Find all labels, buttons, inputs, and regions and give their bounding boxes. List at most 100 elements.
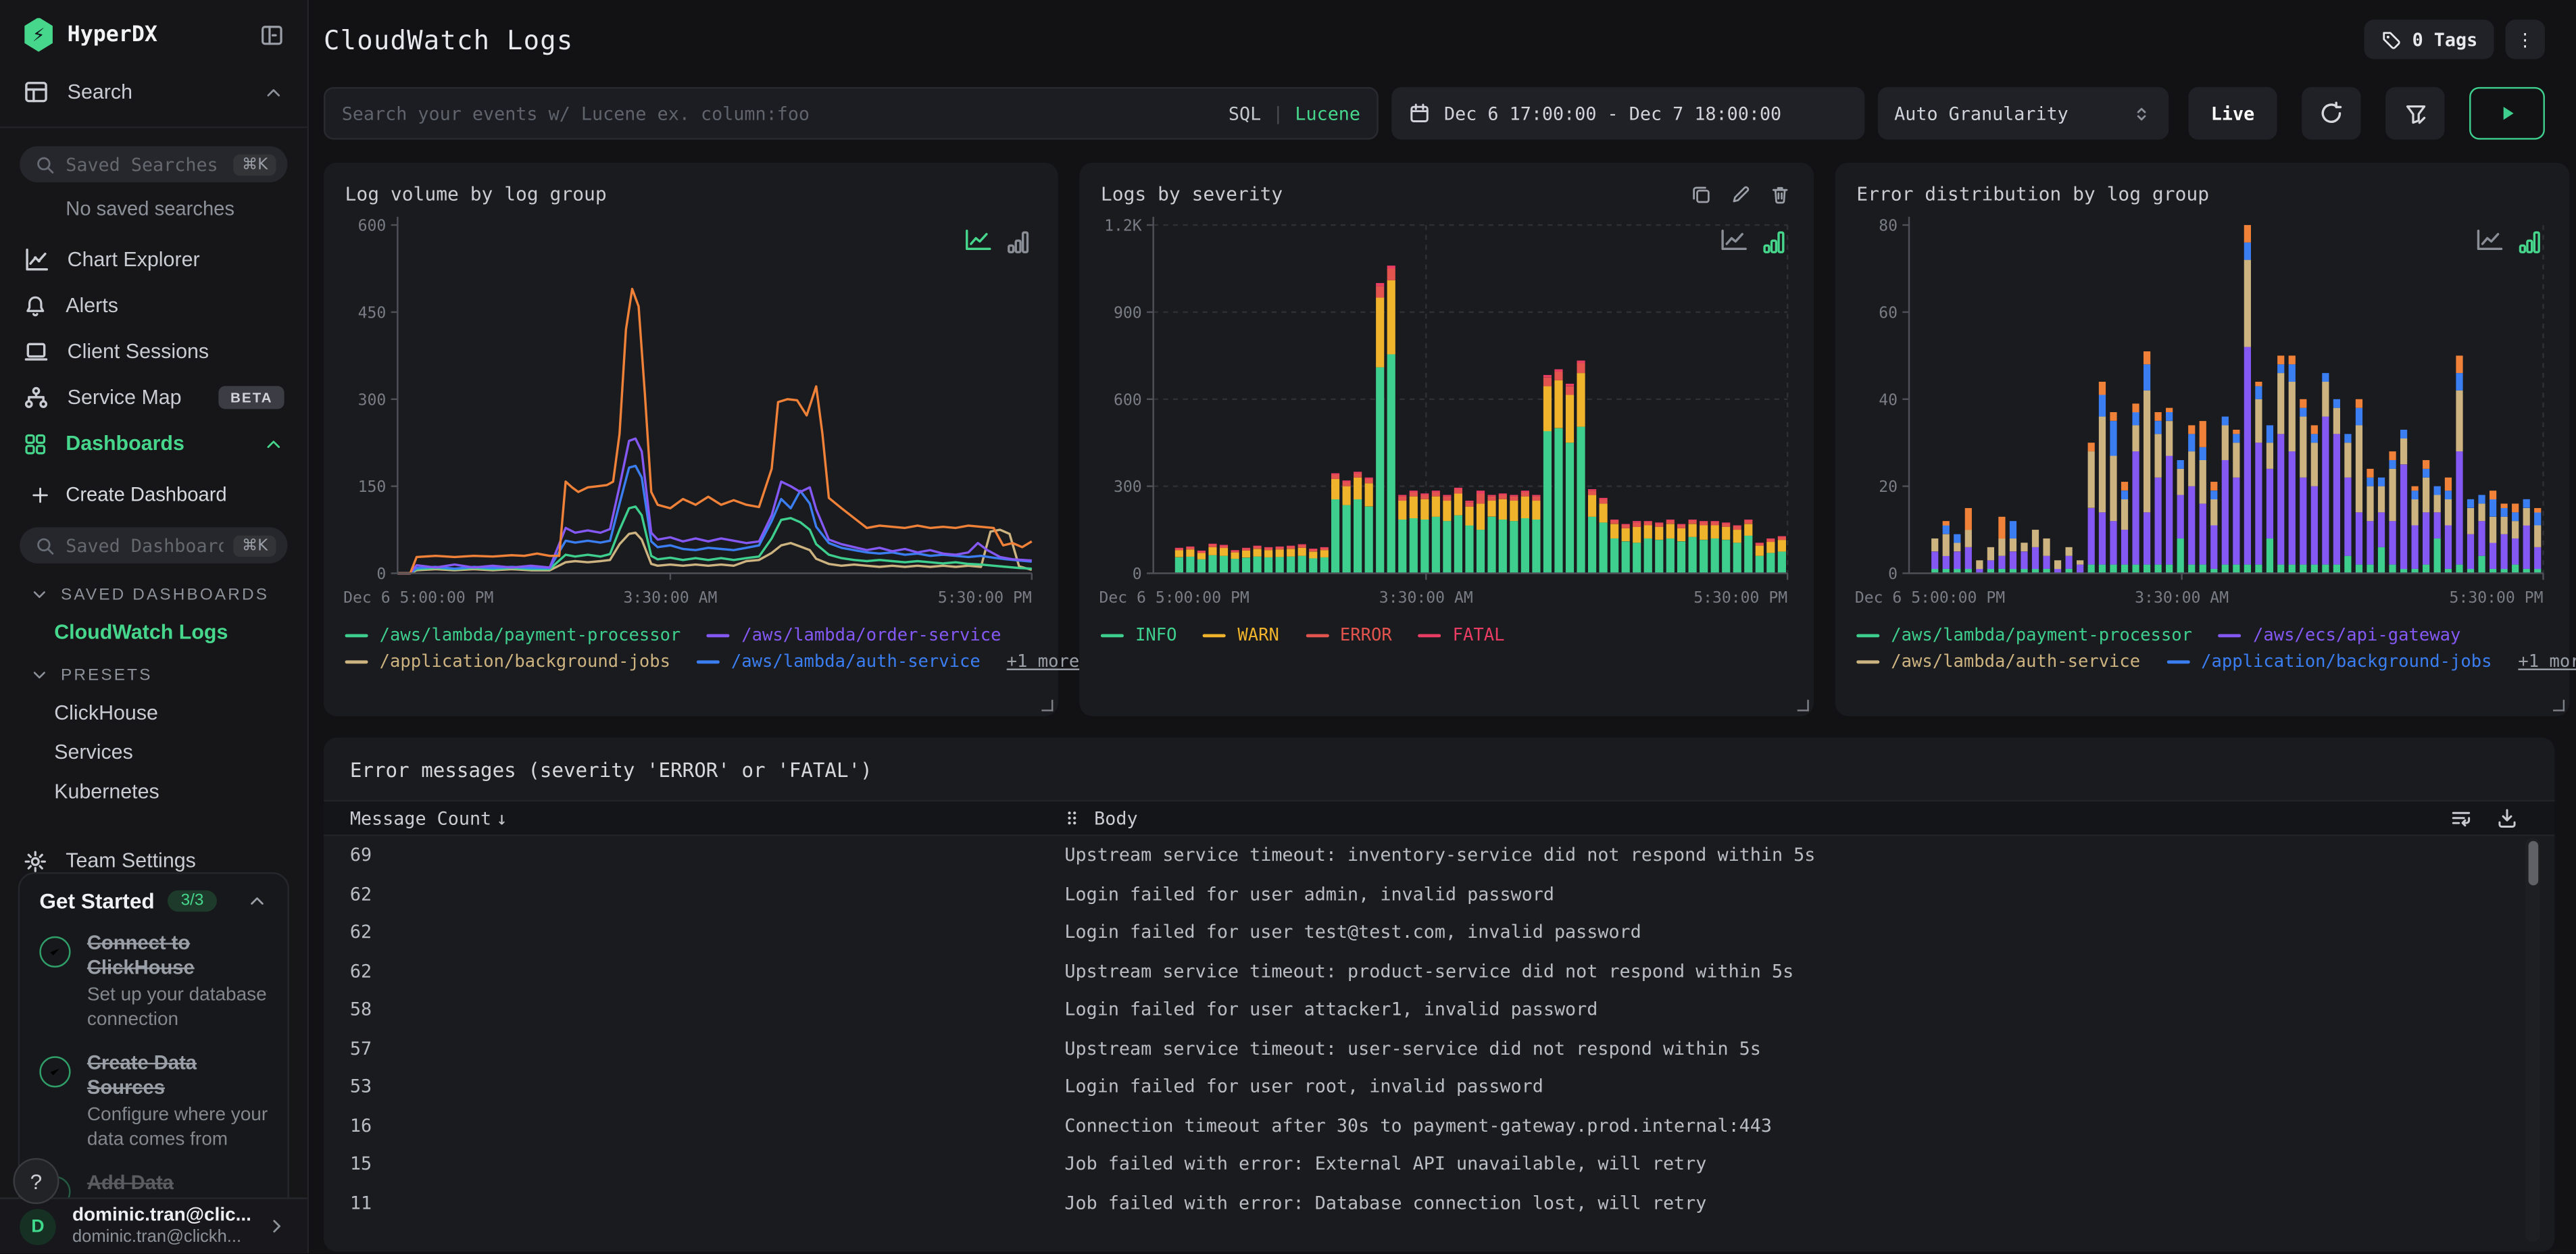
filter-button[interactable] [2385, 86, 2445, 140]
edit-chart-icon[interactable] [1730, 183, 1752, 205]
table-row[interactable]: 16 Connection timeout after 30s to paymen… [324, 1106, 2555, 1145]
chart-plot[interactable]: 0 20 40 60 80 Dec 6 5:00:00 PM 3:30:00 AM 5:30:… [1855, 209, 2552, 620]
saved-searches-input[interactable]: Saved Searches ⌘K [20, 146, 288, 182]
charts-row: Log volume by log group 0 150 300 450 600 Dec … [323, 162, 2576, 717]
legend-item[interactable]: ERROR [1305, 626, 1392, 645]
legend-dash-icon [1305, 634, 1329, 638]
get-started-panel: Get Started 3/3 Connect to ClickHouse Set… [18, 872, 289, 1254]
get-started-header[interactable]: Get Started 3/3 [39, 888, 268, 913]
create-dashboard-button[interactable]: Create Dashboard [0, 473, 307, 516]
chart-plot[interactable]: 0 150 300 450 600 Dec 6 5:00:00 PM 3:30:00 AM 5… [343, 209, 1040, 620]
column-header-message-count[interactable]: Message Count ↓ [324, 807, 1064, 829]
table-scrollbar[interactable] [2525, 837, 2540, 1242]
table-row[interactable]: 53 Login failed for user root, invalid pa… [324, 1068, 2555, 1106]
plus-icon [30, 484, 51, 505]
sidebar-item-chart-explorer[interactable]: Chart Explorer [0, 236, 307, 282]
chevron-up-icon[interactable] [263, 81, 284, 103]
table-row[interactable]: 62 Login failed for user admin, invalid p… [324, 875, 2555, 913]
sidebar-item-label: Client Sessions [67, 340, 209, 363]
legend-label: INFO [1135, 626, 1177, 646]
table-row[interactable]: 15 Job failed with error: External API un… [324, 1145, 2555, 1184]
resize-handle[interactable] [2553, 699, 2565, 711]
collapse-sidebar-icon[interactable] [259, 22, 284, 47]
preset-link-kubernetes[interactable]: Kubernetes [54, 780, 307, 803]
live-button[interactable]: Live [2188, 86, 2277, 140]
scrollbar-thumb[interactable] [2527, 841, 2537, 886]
table-row[interactable]: 62 Login failed for user test@test.com, i… [324, 913, 2555, 952]
legend-item[interactable]: WARN [1203, 626, 1279, 645]
legend-item[interactable]: /aws/lambda/payment-processor [1856, 626, 2192, 645]
bar-chart-toggle-icon[interactable] [2519, 230, 2542, 254]
sidebar-item-label: Search [67, 80, 132, 104]
table-row[interactable]: 62 Upstream service timeout: product-serv… [324, 952, 2555, 990]
svg-text:900: 900 [1114, 304, 1142, 322]
saved-dashboard-link[interactable]: CloudWatch Logs [54, 621, 307, 644]
legend-item[interactable]: FATAL [1418, 626, 1505, 645]
legend-item[interactable]: /application/background-jobs [2166, 652, 2492, 672]
chart-title: Logs by severity [1100, 182, 1283, 205]
legend-item[interactable]: INFO [1100, 626, 1177, 646]
presets-header[interactable]: PRESETS [30, 666, 307, 685]
legend-item[interactable]: /aws/lambda/payment-processor [345, 626, 680, 645]
line-chart-toggle-icon[interactable] [1720, 228, 1748, 255]
sql-toggle[interactable]: SQL [1229, 103, 1261, 124]
svg-text:0: 0 [1888, 566, 1898, 583]
legend-dash-icon [345, 660, 368, 664]
tags-button[interactable]: 0 Tags [2364, 20, 2494, 59]
chart-title: Log volume by log group [345, 182, 607, 205]
sidebar-item-service-map[interactable]: Service Map BETA [0, 374, 307, 420]
legend-more-link[interactable]: +1 more [1007, 652, 1080, 672]
avatar: D [20, 1208, 56, 1245]
legend-item[interactable]: /aws/lambda/auth-service [696, 652, 981, 672]
sidebar-item-alerts[interactable]: Alerts [0, 282, 307, 328]
preset-link-clickhouse[interactable]: ClickHouse [54, 701, 307, 724]
chart-plot[interactable]: 0 300 600 900 1.2K Dec 6 5:00:00 PM 3:30:00 AM… [1099, 209, 1795, 620]
preset-link-services[interactable]: Services [54, 741, 307, 763]
sidebar-item-search[interactable]: Search [0, 69, 307, 115]
chart-card-log-volume: Log volume by log group 0 150 300 450 600 Dec … [323, 162, 1079, 717]
resize-handle[interactable] [1797, 699, 1809, 711]
duplicate-chart-icon[interactable] [1691, 183, 1712, 205]
bell-icon [23, 293, 47, 318]
table-row[interactable]: 11 Job failed with error: Database connec… [324, 1184, 2555, 1222]
date-range-picker[interactable]: Dec 6 17:00:00 - Dec 7 18:00:00 [1391, 86, 1865, 140]
column-header-body[interactable]: Body [1064, 807, 2554, 830]
table-row[interactable]: 58 Login failed for user attacker1, inval… [324, 990, 2555, 1029]
download-icon[interactable] [2496, 807, 2519, 830]
legend-item[interactable]: /aws/lambda/auth-service [1856, 652, 2140, 672]
run-query-button[interactable] [2469, 86, 2545, 140]
svg-text:3:30:00 AM: 3:30:00 AM [1379, 589, 1473, 607]
svg-text:5:30:00 PM: 5:30:00 PM [2450, 589, 2544, 607]
line-chart-toggle-icon[interactable] [2476, 228, 2504, 255]
calendar-icon [1408, 102, 1431, 125]
bar-chart-toggle-icon[interactable] [1007, 230, 1030, 254]
get-started-item[interactable]: Create Data Sources Configure where your … [39, 1051, 268, 1153]
sidebar-item-dashboards[interactable]: Dashboards [0, 420, 307, 466]
legend-item[interactable]: /aws/lambda/order-service [707, 626, 1001, 645]
line-chart-toggle-icon[interactable] [964, 228, 992, 255]
user-menu[interactable]: D dominic.tran@clic... dominic.tran@clic… [0, 1197, 307, 1254]
sort-desc-icon: ↓ [496, 807, 507, 829]
sidebar-item-client-sessions[interactable]: Client Sessions [0, 328, 307, 374]
event-search-input[interactable]: Search your events w/ Lucene ex. column:… [323, 86, 1379, 140]
table-row[interactable]: 57 Upstream service timeout: user-service… [324, 1029, 2555, 1068]
table-row[interactable]: 69 Upstream service timeout: inventory-se… [324, 836, 2555, 874]
lucene-toggle[interactable]: Lucene [1295, 103, 1360, 124]
legend-more-link[interactable]: +1 more [2518, 652, 2576, 672]
saved-dashboards-header[interactable]: SAVED DASHBOARDS [30, 585, 307, 605]
wrap-text-icon[interactable] [2450, 807, 2473, 830]
bar-chart-toggle-icon[interactable] [1763, 230, 1786, 254]
resize-handle[interactable] [1041, 699, 1054, 711]
get-started-item[interactable]: Connect to ClickHouse Set up your databas… [39, 931, 268, 1032]
legend-item[interactable]: /application/background-jobs [345, 652, 670, 672]
chevron-up-icon[interactable] [247, 891, 268, 912]
delete-chart-icon[interactable] [1769, 183, 1791, 205]
saved-dashboards-input[interactable]: Saved Dashboards ⌘K [20, 527, 288, 563]
dashboard-menu-button[interactable]: ⋮ [2505, 20, 2545, 59]
chart-legend: /aws/lambda/payment-processor/aws/lambda… [324, 626, 1079, 672]
help-button[interactable]: ? [13, 1157, 59, 1205]
granularity-select[interactable]: Auto Granularity [1877, 86, 2169, 140]
refresh-button[interactable] [2302, 86, 2361, 140]
drag-handle-icon[interactable] [1064, 807, 1079, 830]
legend-item[interactable]: /aws/ecs/api-gateway [2218, 626, 2460, 645]
